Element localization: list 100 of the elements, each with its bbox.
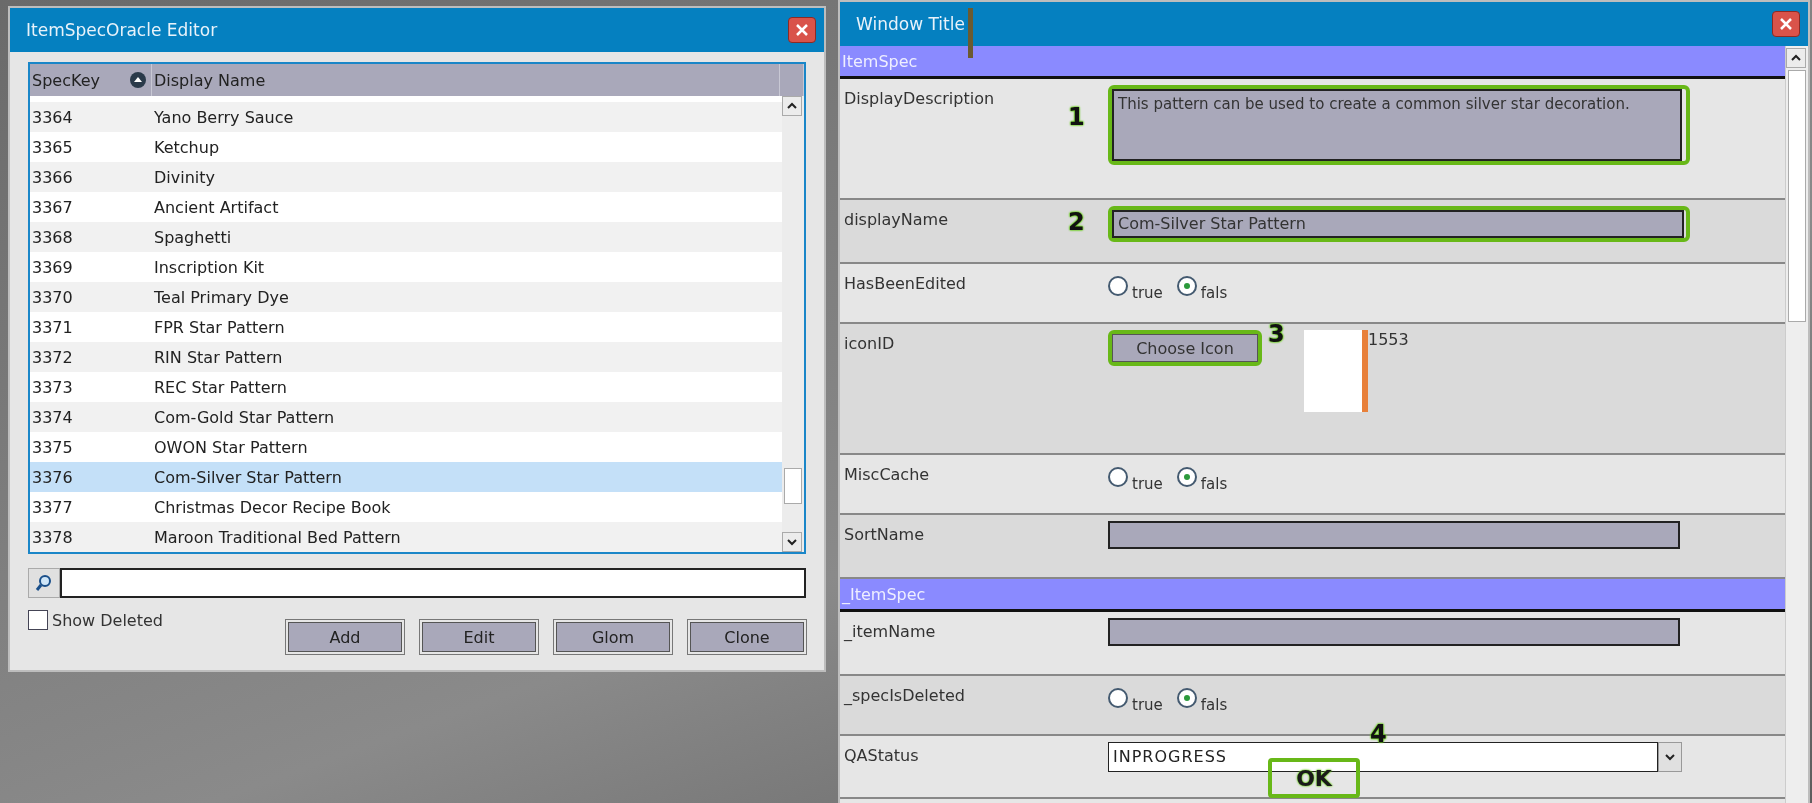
- window-title: Window Title: [856, 14, 965, 34]
- window-title: ItemSpecOracle Editor: [26, 20, 218, 40]
- text-field[interactable]: [1108, 521, 1680, 549]
- table-cell-text: Divinity: [153, 167, 216, 187]
- table-cell-text: Spaghetti: [153, 227, 233, 247]
- table-cell-text: 3376: [31, 467, 74, 487]
- table-row[interactable]: 3372 RIN Star Pattern: [30, 342, 782, 372]
- close-button[interactable]: [1772, 11, 1800, 37]
- table-cell-text: 3377: [31, 497, 74, 517]
- column-header[interactable]: Display Name: [152, 64, 780, 96]
- section-header: _ItemSpec: [840, 579, 1785, 612]
- radio-label: fals: [1200, 475, 1228, 493]
- scroll-up-button[interactable]: [782, 96, 802, 116]
- field-label: MiscCache: [843, 464, 930, 484]
- table-cell-text: 3371: [31, 317, 74, 337]
- table-cell-text: 3372: [31, 347, 74, 367]
- table-cell-text: 3366: [31, 167, 74, 187]
- chevron-up-icon: [1790, 53, 1802, 63]
- table-cell-text: 3364: [31, 107, 74, 127]
- table-cell-text: 3374: [31, 407, 74, 427]
- radio-label: fals: [1200, 696, 1228, 714]
- radio-label: true: [1132, 696, 1163, 714]
- table-cell-text: Maroon Traditional Bed Pattern: [153, 527, 402, 547]
- close-icon: [794, 22, 810, 38]
- table-row[interactable]: 3378 Maroon Traditional Bed Pattern: [30, 522, 782, 552]
- table-cell-text: Com-Silver Star Pattern: [153, 467, 343, 487]
- search-field[interactable]: [60, 568, 806, 598]
- choose-icon-button[interactable]: Choose Icon: [1112, 334, 1258, 362]
- column-header[interactable]: SpecKey: [30, 64, 152, 96]
- scroll-thumb[interactable]: [1788, 70, 1806, 322]
- table-row[interactable]: 3364 Yano Berry Sauce: [30, 102, 782, 132]
- radio-label: true: [1132, 284, 1163, 302]
- table-cell-text: Ketchup: [153, 137, 221, 157]
- dropdown-button[interactable]: [1658, 742, 1682, 772]
- table-cell-text: RIN Star Pattern: [153, 347, 284, 367]
- scrollbar[interactable]: [1785, 46, 1808, 803]
- table-cell-text: 3378: [31, 527, 74, 547]
- radio-label: true: [1132, 475, 1163, 493]
- radio-button[interactable]: [1108, 276, 1128, 296]
- table-cell-text: Ancient Artifact: [153, 197, 280, 217]
- table-row[interactable]: 3368 Spaghetti: [30, 222, 782, 252]
- field-label: _itemName: [843, 621, 936, 641]
- radio-button[interactable]: [1108, 688, 1128, 708]
- radio-label: fals: [1200, 284, 1228, 302]
- annotation-number: 3: [1268, 320, 1285, 348]
- radio-button[interactable]: [1176, 276, 1197, 296]
- field-label: iconID: [843, 333, 895, 353]
- scroll-down-button[interactable]: [782, 532, 802, 552]
- table-cell-text: Yano Berry Sauce: [153, 107, 295, 127]
- field-label: DisplayDescription: [843, 88, 995, 108]
- action-button[interactable]: Clone: [688, 620, 806, 654]
- table-cell-text: FPR Star Pattern: [153, 317, 286, 337]
- table-cell-text: Com-Gold Star Pattern: [153, 407, 336, 427]
- radio-button[interactable]: [1176, 688, 1197, 708]
- search-button[interactable]: [28, 568, 60, 598]
- table-cell-text: 3369: [31, 257, 74, 277]
- table-cell-text: 3370: [31, 287, 74, 307]
- table-cell-text: 3365: [31, 137, 74, 157]
- chevron-down-icon: [1664, 752, 1676, 762]
- field-label: QAStatus: [843, 745, 919, 765]
- table-cell-text: 3375: [31, 437, 74, 457]
- annotation-number: 1: [1068, 103, 1085, 131]
- checkbox[interactable]: [28, 610, 48, 630]
- text-field[interactable]: Com-Silver Star Pattern: [1112, 210, 1684, 238]
- ok-button[interactable]: OK: [1268, 758, 1360, 798]
- scrollbar[interactable]: [782, 96, 804, 552]
- table-cell-text: Christmas Decor Recipe Book: [153, 497, 392, 517]
- close-icon: [1778, 16, 1794, 32]
- table-row[interactable]: 3374 Com-Gold Star Pattern: [30, 402, 782, 432]
- table-cell-text: OWON Star Pattern: [153, 437, 309, 457]
- search-icon: [34, 573, 54, 593]
- radio-button[interactable]: [1176, 467, 1197, 487]
- action-button[interactable]: Add: [286, 620, 404, 654]
- action-button[interactable]: Glom: [554, 620, 672, 654]
- radio-button[interactable]: [1108, 467, 1128, 487]
- table-row[interactable]: 3376 Com-Silver Star Pattern: [30, 462, 782, 492]
- table-cell-text: 3373: [31, 377, 74, 397]
- text-field[interactable]: [1108, 618, 1680, 646]
- table-cell-text: Teal Primary Dye: [153, 287, 290, 307]
- table-row[interactable]: 3366 Divinity: [30, 162, 782, 192]
- field-label: HasBeenEdited: [843, 273, 966, 293]
- table-cell-text: REC Star Pattern: [153, 377, 288, 397]
- table-row[interactable]: 3370 Teal Primary Dye: [30, 282, 782, 312]
- action-button[interactable]: Edit: [420, 620, 538, 654]
- close-button[interactable]: [788, 17, 816, 43]
- field-label: SortName: [843, 524, 924, 544]
- chevron-up-icon: [786, 101, 798, 111]
- checkbox-label: Show Deleted: [52, 610, 163, 630]
- section-header: ItemSpec: [840, 46, 1785, 79]
- chevron-down-icon: [786, 537, 798, 547]
- field-label: _specIsDeleted: [843, 685, 965, 705]
- scroll-up-button[interactable]: [1786, 48, 1806, 68]
- icon-id-value: 1553: [1368, 330, 1409, 349]
- annotation-number: 2: [1068, 208, 1085, 236]
- table-cell-text: 3367: [31, 197, 74, 217]
- description-field[interactable]: This pattern can be used to create a common silver star decoration.: [1112, 89, 1682, 161]
- scroll-thumb[interactable]: [784, 468, 802, 504]
- table-cell-text: Inscription Kit: [153, 257, 266, 277]
- sort-icon[interactable]: [129, 71, 147, 89]
- field-label: displayName: [843, 209, 948, 229]
